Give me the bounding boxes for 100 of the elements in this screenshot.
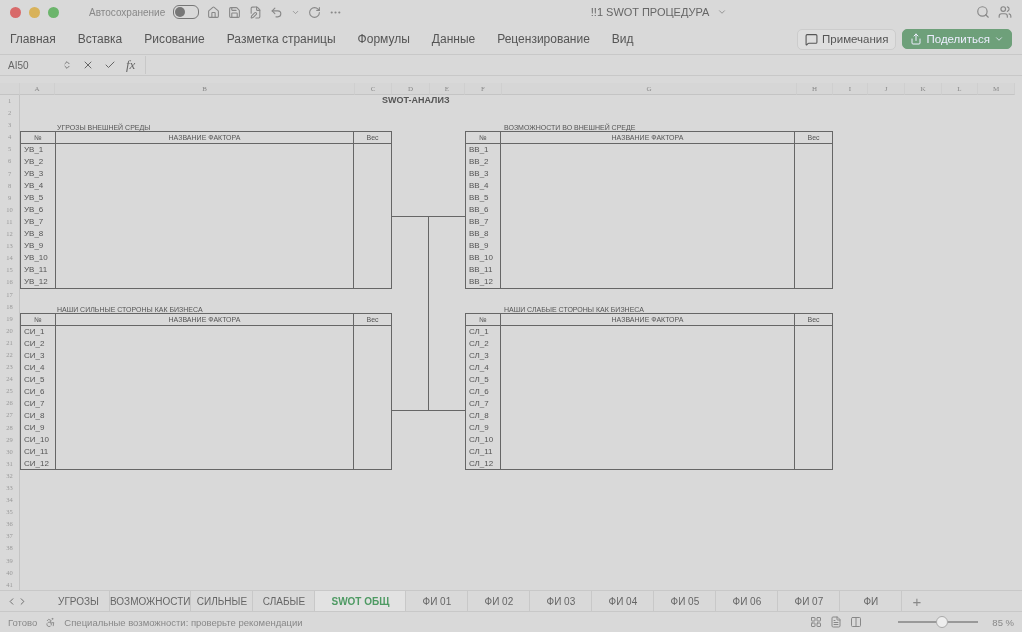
- sheet-tab[interactable]: ФИ 01: [406, 591, 469, 611]
- code-cell: СЛ_4: [466, 361, 501, 374]
- sheet-tab[interactable]: ФИ 02: [468, 591, 531, 611]
- code-cell: ВВ_2: [466, 156, 501, 169]
- accessibility-icon: [45, 616, 57, 628]
- code-cell: ВВ_3: [466, 168, 501, 181]
- code-cell: ВВ_11: [466, 264, 501, 277]
- zoom-level: 85 %: [992, 616, 1014, 628]
- document-title[interactable]: !!1 SWOT ПРОЦЕДУРА: [590, 6, 710, 18]
- caret-icon[interactable]: [717, 7, 728, 17]
- ribbon-tab[interactable]: Рисование: [144, 32, 205, 46]
- code-cell: СЛ_12: [466, 457, 501, 470]
- sheet-tab[interactable]: ФИ 06: [716, 591, 779, 611]
- ribbon-tab[interactable]: Формулы: [357, 32, 410, 46]
- home-icon[interactable]: [207, 5, 221, 19]
- accessibility-status[interactable]: Специальные возможности: проверьте рекомендации: [64, 616, 303, 628]
- code-cell: ВВ_5: [466, 192, 501, 205]
- status-text: Готово: [8, 616, 38, 628]
- page-break-icon[interactable]: [850, 616, 863, 628]
- code-cell: ВВ_8: [466, 228, 501, 241]
- code-cell: ВВ_4: [466, 180, 501, 193]
- sheet-tab[interactable]: УГРОЗЫ: [48, 591, 110, 611]
- normal-view-icon[interactable]: [810, 616, 823, 628]
- sheet-tab[interactable]: ФИ: [840, 591, 903, 611]
- redo-icon[interactable]: [308, 5, 322, 19]
- code-cell: ВВ_7: [466, 216, 501, 229]
- code-cell: СЛ_10: [466, 433, 501, 446]
- add-sheet-button[interactable]: +: [912, 592, 922, 610]
- zoom-thumb[interactable]: [936, 616, 949, 628]
- stepper-icon[interactable]: [62, 60, 72, 70]
- code-cell: УВ_9: [21, 240, 56, 253]
- code-cell: УВ_8: [21, 228, 56, 241]
- sheet-title: SWOT-АНАЛИЗ: [382, 95, 450, 105]
- code-cell: УВ_1: [21, 144, 56, 157]
- speech-bubble-icon: [805, 32, 819, 46]
- code-cell: СЛ_11: [466, 445, 501, 458]
- search-icon[interactable]: [976, 5, 990, 19]
- code-cell: СИ_12: [21, 457, 56, 470]
- code-cell: СЛ_8: [466, 409, 501, 422]
- code-cell: СИ_11: [21, 445, 56, 458]
- function-label[interactable]: fx: [126, 57, 136, 73]
- confirm-icon[interactable]: [104, 59, 116, 71]
- code-cell: УВ_10: [21, 252, 56, 265]
- ribbon-tab[interactable]: Разметка страницы: [226, 32, 336, 46]
- code-cell: УВ_3: [21, 168, 56, 181]
- code-cell: СИ_3: [21, 349, 56, 362]
- sheet-tab[interactable]: СИЛЬНЫЕ: [191, 591, 254, 611]
- code-cell: СЛ_7: [466, 397, 501, 410]
- code-cell: УВ_7: [21, 216, 56, 229]
- autosave-label: Автосохранение: [89, 6, 166, 18]
- sheet-tab[interactable]: ФИ 07: [778, 591, 841, 611]
- sheet-tab[interactable]: ФИ 03: [530, 591, 593, 611]
- code-cell: СИ_9: [21, 421, 56, 434]
- undo-icon[interactable]: [270, 5, 284, 19]
- code-cell: СИ_6: [21, 385, 56, 398]
- code-cell: ВВ_9: [466, 240, 501, 253]
- comments-button[interactable]: Примечания: [797, 28, 897, 50]
- code-cell: СИ_7: [21, 397, 56, 410]
- ribbon-tab[interactable]: Данные: [431, 32, 476, 46]
- minimize-button[interactable]: [29, 6, 40, 18]
- autosave-toggle[interactable]: [173, 5, 200, 19]
- page-layout-icon[interactable]: [830, 616, 843, 628]
- zoom-button[interactable]: [48, 6, 59, 18]
- code-cell: УВ_4: [21, 180, 56, 193]
- sheet-tab[interactable]: SWOT ОБЩ: [315, 591, 407, 611]
- code-cell: УВ_12: [21, 276, 56, 289]
- code-cell: ВВ_12: [466, 276, 501, 289]
- share-icon: [910, 33, 923, 45]
- code-cell: СИ_10: [21, 433, 56, 446]
- ribbon-tab[interactable]: Рецензирование: [497, 32, 590, 46]
- code-cell: СЛ_9: [466, 421, 501, 434]
- code-cell: СЛ_6: [466, 385, 501, 398]
- ribbon-tab[interactable]: Главная: [10, 32, 56, 46]
- cell-reference[interactable]: AI50: [8, 59, 52, 71]
- code-cell: СЛ_5: [466, 373, 501, 386]
- document-edit-icon[interactable]: [249, 5, 263, 19]
- code-cell: УВ_11: [21, 264, 56, 277]
- code-cell: УВ_6: [21, 204, 56, 217]
- code-cell: СИ_8: [21, 409, 56, 422]
- sheet-tab[interactable]: ВОЗМОЖНОСТИ: [110, 591, 192, 611]
- share-button[interactable]: Поделиться: [902, 29, 1012, 49]
- sheet-tab[interactable]: ФИ 04: [592, 591, 655, 611]
- code-cell: СИ_1: [21, 325, 56, 338]
- code-cell: СИ_5: [21, 373, 56, 386]
- ribbon-tab[interactable]: Вставка: [77, 32, 123, 46]
- code-cell: СЛ_1: [466, 325, 501, 338]
- sheet-tab[interactable]: ФИ 05: [654, 591, 717, 611]
- ribbon-tab[interactable]: Вид: [611, 32, 634, 46]
- people-icon[interactable]: [998, 5, 1012, 19]
- save-icon[interactable]: [228, 5, 242, 19]
- code-cell: СИ_2: [21, 337, 56, 350]
- code-cell: ВВ_1: [466, 144, 501, 157]
- cancel-icon[interactable]: [82, 59, 94, 71]
- code-cell: ВВ_6: [466, 204, 501, 217]
- code-cell: СЛ_2: [466, 337, 501, 350]
- code-cell: ВВ_10: [466, 252, 501, 265]
- close-button[interactable]: [10, 6, 21, 18]
- code-cell: УВ_2: [21, 156, 56, 169]
- code-cell: СЛ_3: [466, 349, 501, 362]
- code-cell: СИ_4: [21, 361, 56, 374]
